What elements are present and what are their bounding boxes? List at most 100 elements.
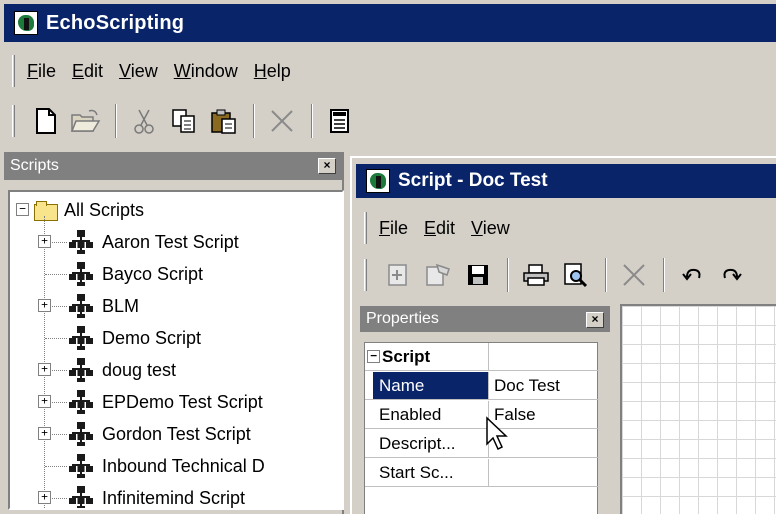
child-titlebar[interactable]: Script - Doc Test bbox=[356, 164, 776, 198]
menu-view[interactable]: View bbox=[119, 61, 158, 82]
property-name: Enabled bbox=[373, 401, 489, 428]
script-design-canvas[interactable] bbox=[620, 304, 776, 514]
tree-item-script[interactable]: + BLM bbox=[10, 290, 139, 322]
copy-icon bbox=[172, 109, 195, 133]
properties-button[interactable] bbox=[321, 102, 359, 140]
property-row-enabled[interactable]: Enabled False bbox=[365, 401, 599, 429]
property-row-description[interactable]: Descript... bbox=[365, 430, 599, 458]
tree-expander[interactable]: + bbox=[38, 395, 51, 408]
tree-expander[interactable]: + bbox=[38, 363, 51, 376]
tree-label: All Scripts bbox=[64, 199, 145, 220]
tree-item-script[interactable]: Demo Script bbox=[10, 322, 201, 354]
tree-label: Aaron Test Script bbox=[102, 231, 239, 252]
toolbar-separator bbox=[663, 258, 665, 292]
script-node-icon bbox=[69, 486, 93, 508]
script-node-icon bbox=[69, 262, 93, 286]
properties-panel: Properties × − Script Name Doc Test Enab… bbox=[360, 306, 610, 514]
property-row-start-script[interactable]: Start Sc... bbox=[365, 459, 599, 487]
scissors-icon bbox=[134, 109, 154, 134]
tree-label: Infinitemind Script bbox=[102, 487, 246, 508]
paste-button[interactable] bbox=[205, 102, 243, 140]
child-menubar-grip-handle[interactable] bbox=[364, 212, 367, 244]
tree-expander[interactable]: + bbox=[38, 491, 51, 504]
tree-label: Demo Script bbox=[102, 327, 202, 348]
node-properties-button[interactable] bbox=[419, 256, 457, 294]
scripts-panel-title: Scripts bbox=[10, 157, 59, 174]
property-section-script[interactable]: − Script bbox=[365, 343, 599, 371]
scripts-tree[interactable]: − All Scripts + Aaron Test Script Bayco Sc… bbox=[8, 190, 344, 510]
cut-button[interactable] bbox=[125, 102, 163, 140]
floppy-disk-icon bbox=[468, 265, 488, 285]
tree-item-script[interactable]: + Infinitemind Script bbox=[10, 482, 246, 508]
undo-button[interactable] bbox=[673, 256, 711, 294]
tree-expander[interactable]: + bbox=[38, 427, 51, 440]
toolbar-grip-handle[interactable] bbox=[12, 105, 15, 137]
delete-button[interactable] bbox=[263, 102, 301, 140]
redo-button[interactable] bbox=[713, 256, 751, 294]
child-menu-view[interactable]: View bbox=[471, 218, 510, 239]
printer-icon bbox=[523, 264, 549, 286]
tree-item-script[interactable]: + doug test bbox=[10, 354, 176, 386]
print-preview-button[interactable] bbox=[557, 256, 595, 294]
property-name: Start Sc... bbox=[373, 459, 489, 486]
tree-root-all-scripts[interactable]: − All Scripts bbox=[10, 194, 144, 226]
tree-label: Inbound Technical D bbox=[102, 455, 265, 476]
paste-clipboard-icon bbox=[211, 109, 236, 134]
tree-connector-line bbox=[45, 274, 67, 275]
tree-expander[interactable]: − bbox=[16, 203, 29, 216]
mouse-pointer-icon bbox=[486, 416, 508, 451]
app-title: EchoScripting bbox=[46, 11, 185, 34]
add-node-button[interactable] bbox=[379, 256, 417, 294]
tree-expander[interactable]: + bbox=[38, 235, 51, 248]
copy-button[interactable] bbox=[165, 102, 203, 140]
child-title: Script - Doc Test bbox=[398, 170, 548, 191]
open-folder-icon bbox=[34, 201, 58, 221]
property-row-name[interactable]: Name Doc Test bbox=[365, 372, 599, 400]
script-window-icon bbox=[366, 169, 390, 193]
menu-help[interactable]: Help bbox=[254, 61, 291, 82]
tree-item-script[interactable]: + Gordon Test Script bbox=[10, 418, 251, 450]
script-node-icon bbox=[69, 326, 93, 350]
print-preview-icon bbox=[564, 263, 588, 288]
menu-file[interactable]: File bbox=[27, 61, 56, 82]
properties-hand-icon bbox=[426, 263, 450, 286]
scripts-panel-close-button[interactable]: × bbox=[318, 158, 336, 174]
script-node-icon bbox=[69, 294, 93, 318]
menu-window[interactable]: Window bbox=[174, 61, 238, 82]
tree-label: BLM bbox=[102, 295, 140, 316]
tree-item-script[interactable]: + Aaron Test Script bbox=[10, 226, 239, 258]
property-value[interactable]: Doc Test bbox=[489, 372, 599, 399]
scripts-panel-header: Scripts × bbox=[4, 152, 342, 180]
tree-connector-line bbox=[45, 338, 67, 339]
child-toolbar-grip-handle[interactable] bbox=[364, 259, 367, 291]
tree-item-script[interactable]: + EPDemo Test Script bbox=[10, 386, 263, 418]
section-expander[interactable]: − bbox=[367, 350, 380, 363]
save-button[interactable] bbox=[459, 256, 497, 294]
tree-item-script[interactable]: Inbound Technical D bbox=[10, 450, 265, 482]
properties-panel-header: Properties × bbox=[360, 306, 610, 332]
script-node-icon bbox=[69, 422, 93, 446]
properties-panel-close-button[interactable]: × bbox=[586, 312, 604, 328]
add-node-icon bbox=[388, 264, 407, 286]
child-menu-edit[interactable]: Edit bbox=[424, 218, 455, 239]
script-node-icon bbox=[69, 390, 93, 414]
menu-edit[interactable]: Edit bbox=[72, 61, 103, 82]
child-menu-file[interactable]: File bbox=[379, 218, 408, 239]
open-folder-icon bbox=[71, 109, 101, 132]
tree-expander[interactable]: + bbox=[38, 299, 51, 312]
redo-icon bbox=[723, 268, 742, 281]
script-node-icon bbox=[69, 454, 93, 478]
print-button[interactable] bbox=[517, 256, 555, 294]
new-button[interactable] bbox=[27, 102, 65, 140]
tree-label: EPDemo Test Script bbox=[102, 391, 263, 412]
tree-item-script[interactable]: Bayco Script bbox=[10, 258, 203, 290]
delete-x-icon bbox=[271, 110, 293, 132]
property-value[interactable] bbox=[489, 459, 599, 486]
toolbar-separator bbox=[311, 104, 313, 138]
app-titlebar[interactable]: EchoScripting bbox=[4, 4, 776, 42]
property-grid: − Script Name Doc Test Enabled False Des… bbox=[364, 342, 599, 514]
child-delete-button[interactable] bbox=[615, 256, 653, 294]
open-button[interactable] bbox=[67, 102, 105, 140]
script-node-icon bbox=[69, 230, 93, 254]
menubar-grip-handle[interactable] bbox=[12, 55, 15, 87]
